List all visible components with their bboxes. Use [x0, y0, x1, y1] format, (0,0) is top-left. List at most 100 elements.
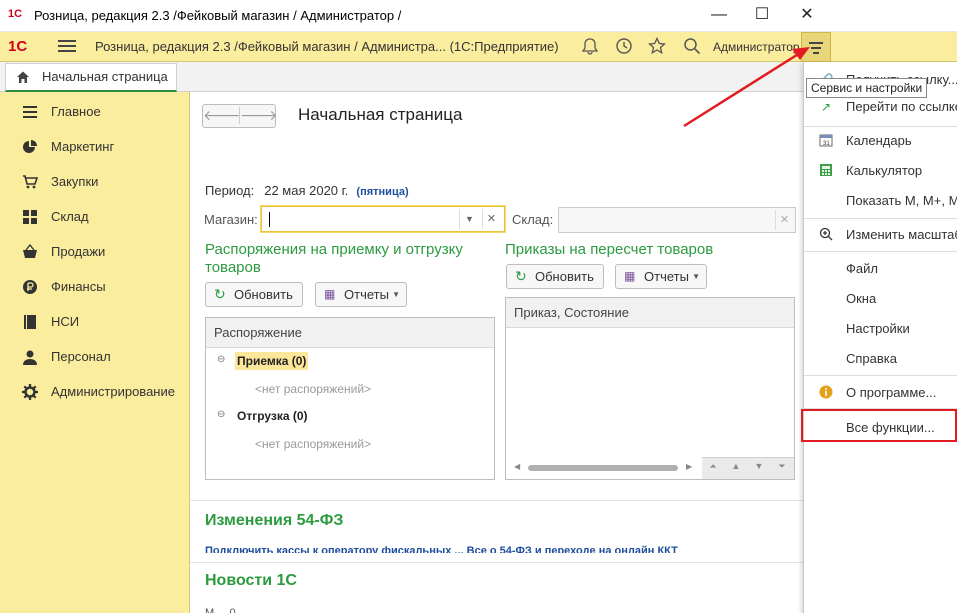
zoom-icon — [818, 227, 834, 243]
clear-icon[interactable]: ✕ — [482, 209, 500, 229]
sidebar-item-warehouse[interactable]: Склад — [0, 200, 190, 235]
forward-arrow-icon[interactable]: 🡒 — [239, 107, 278, 124]
tree-group-shipping[interactable]: ⊖ Отгрузка (0) — [217, 407, 487, 429]
bell-icon[interactable] — [579, 37, 601, 57]
news-1c-text[interactable]: М ... 0 — [205, 607, 765, 613]
sidebar-item-finance[interactable]: Финансы — [0, 270, 190, 305]
shop-label: Магазин: — [204, 212, 258, 227]
app-title: Розница, редакция 2.3 /Фейковый магазин … — [95, 39, 559, 54]
minimize-button[interactable]: — — [701, 4, 737, 28]
move-down-icon[interactable]: ▼ — [748, 461, 770, 471]
service-settings-button[interactable] — [801, 32, 831, 62]
sidebar-item-label: Финансы — [51, 279, 106, 294]
gear-icon — [22, 384, 38, 400]
section-divider — [190, 500, 817, 501]
clear-icon[interactable]: ✕ — [775, 210, 793, 230]
horizontal-scrollbar[interactable]: ◀ ▶ — [514, 462, 694, 471]
page-title: Начальная страница — [298, 105, 463, 124]
warehouse-field[interactable]: ✕ — [558, 207, 796, 233]
cart-icon — [22, 174, 39, 190]
move-up-icon[interactable]: ▲ — [725, 461, 747, 471]
menu-item-calendar[interactable]: 31 Календарь — [804, 127, 957, 155]
table-header: Приказ, Состояние — [506, 298, 794, 328]
refresh-icon: ↻ — [515, 268, 527, 284]
main-menu-icon[interactable] — [58, 37, 76, 55]
current-user[interactable]: Администратор — [713, 40, 800, 54]
news-54fz-title: Изменения 54-ФЗ — [205, 512, 344, 529]
maximize-button[interactable]: ☐ — [744, 4, 780, 28]
sidebar-item-label: Персонал — [51, 349, 111, 364]
orders-table: Распоряжение ⊖ Приемка (0) <нет распоряж… — [205, 317, 495, 480]
close-button[interactable]: ✕ — [789, 4, 825, 28]
sidebar-item-personnel[interactable]: Персонал — [0, 340, 190, 375]
reports-button[interactable]: ▦ Отчеты ▼ — [615, 264, 707, 289]
right-section-title: Приказы на пересчет товаров — [505, 241, 714, 258]
sidebar-item-purchases[interactable]: Закупки — [0, 165, 190, 200]
back-arrow-icon[interactable]: 🡐 — [203, 107, 241, 124]
sidebar-item-sales[interactable]: Продажи — [0, 235, 190, 270]
table-header: Распоряжение — [206, 318, 494, 348]
window-titlebar: 1С Розница, редакция 2.3 /Фейковый магаз… — [0, 0, 957, 32]
shop-field[interactable]: ▼ ✕ — [261, 206, 505, 232]
empty-placeholder: <нет распоряжений> — [255, 437, 372, 451]
star-icon[interactable] — [646, 36, 668, 57]
calendar-icon: 31 — [818, 133, 834, 149]
nav-buttons: 🡐 🡒 — [202, 104, 278, 128]
refresh-icon: ↻ — [214, 286, 226, 302]
list-icon — [22, 104, 38, 120]
search-icon[interactable] — [681, 37, 703, 57]
tree-group-receiving[interactable]: ⊖ Приемка (0) — [217, 352, 487, 374]
section-divider — [190, 562, 817, 563]
menu-item-zoom[interactable]: Изменить масштаб... — [804, 221, 957, 249]
menu-item-settings[interactable]: Настройки — [804, 315, 957, 343]
collapse-icon[interactable]: ⊖ — [217, 354, 227, 365]
move-first-icon[interactable]: ⏶ — [702, 461, 724, 472]
report-icon: ▦ — [624, 269, 636, 283]
empty-placeholder: <нет распоряжений> — [255, 382, 372, 396]
sidebar-item-main[interactable]: Главное — [0, 95, 190, 130]
basket-icon — [22, 243, 38, 260]
sidebar-item-label: Продажи — [51, 244, 106, 259]
service-settings-tooltip: Сервис и настройки — [806, 78, 928, 98]
period-row: Период: 22 мая 2020 г. (пятница) — [205, 183, 409, 198]
recount-orders-table: Приказ, Состояние ◀ ▶ ⏶ ▲ ▼ ⏷ — [505, 297, 795, 480]
menu-item-help[interactable]: Справка — [804, 345, 957, 373]
info-icon — [818, 385, 834, 401]
app-logo-icon: 1С — [8, 8, 23, 20]
sidebar-item-nsi[interactable]: НСИ — [0, 305, 190, 340]
calculator-icon — [818, 163, 834, 179]
tab-home-page[interactable]: Начальная страница — [5, 63, 177, 92]
collapse-icon[interactable]: ⊖ — [217, 409, 227, 420]
period-date[interactable]: 22 мая 2020 г. — [264, 183, 348, 198]
goto-link-icon: ↗ — [820, 100, 832, 114]
news-1c-title: Новости 1С — [205, 572, 297, 589]
history-icon[interactable] — [613, 37, 635, 57]
menu-item-show-memory[interactable]: Показать М, М+, М- — [804, 187, 957, 215]
menu-item-calculator[interactable]: Калькулятор — [804, 157, 957, 185]
book-icon — [22, 314, 38, 330]
row-move-buttons: ⏶ ▲ ▼ ⏷ — [702, 457, 794, 479]
sections-sidebar: Главное Маркетинг Закупки Склад Продажи … — [0, 92, 190, 613]
sidebar-item-label: Главное — [51, 104, 101, 119]
period-label: Период: — [205, 183, 255, 198]
tree-group-label: Отгрузка (0) — [237, 409, 308, 423]
tab-label: Начальная страница — [42, 69, 168, 84]
coin-icon — [22, 279, 38, 295]
left-section-title: Распоряжения на приемку и отгрузку товар… — [205, 241, 463, 276]
sidebar-item-marketing[interactable]: Маркетинг — [0, 130, 190, 165]
all-functions-highlight — [801, 409, 957, 442]
reports-button[interactable]: ▦ Отчеты ▼ — [315, 282, 407, 307]
app-toolbar: 1С Розница, редакция 2.3 /Фейковый магаз… — [0, 32, 957, 62]
menu-item-file[interactable]: Файл — [804, 255, 957, 283]
sidebar-item-administration[interactable]: Администрирование — [0, 375, 190, 410]
move-last-icon[interactable]: ⏷ — [771, 461, 793, 472]
chevron-down-icon[interactable]: ▼ — [459, 209, 479, 229]
1c-logo-icon: 1С — [8, 38, 28, 55]
menu-item-about[interactable]: О программе... — [804, 379, 957, 407]
menu-item-windows[interactable]: Окна — [804, 285, 957, 313]
chevron-down-icon: ▼ — [692, 272, 700, 281]
refresh-button[interactable]: ↻ Обновить — [506, 264, 604, 289]
tree-group-label: Приемка (0) — [235, 352, 309, 370]
news-54fz-links[interactable]: Подключить кассы к оператору фискальных … — [205, 545, 765, 553]
refresh-button[interactable]: ↻ Обновить — [205, 282, 303, 307]
